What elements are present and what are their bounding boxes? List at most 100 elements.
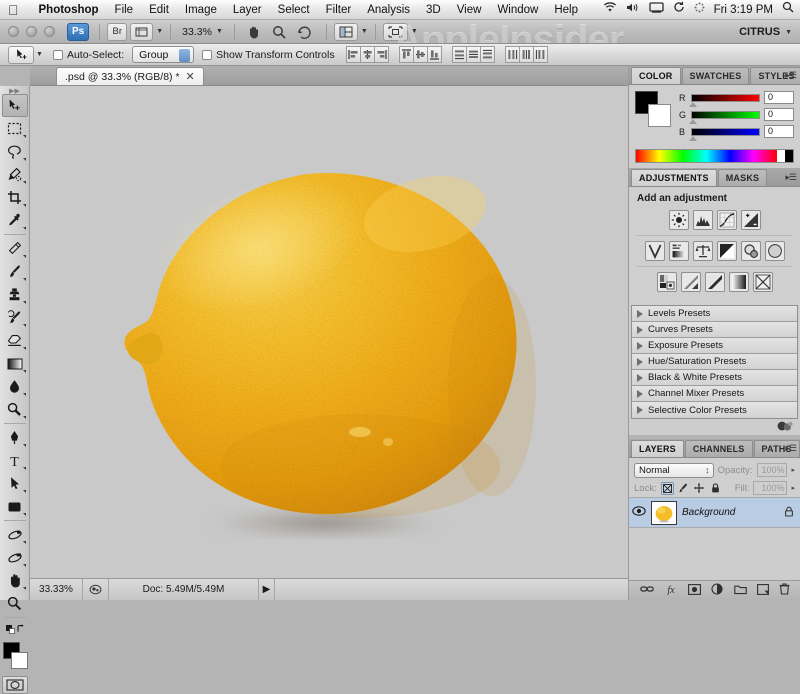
blur-tool[interactable] [2, 375, 28, 398]
menu-select[interactable]: Select [270, 0, 318, 20]
status-zoom-value[interactable]: 33.33% [30, 584, 82, 595]
color-panel-swatches[interactable] [635, 91, 671, 127]
status-menu-arrow-icon[interactable]: ▶ [258, 579, 274, 600]
spot-healing-brush-tool[interactable] [2, 237, 28, 260]
rotate-view-icon[interactable] [293, 23, 316, 41]
move-tool-icon[interactable] [8, 45, 34, 64]
canvas-area[interactable] [30, 86, 628, 578]
invert-icon[interactable] [656, 272, 677, 292]
color-balance-icon[interactable] [692, 241, 713, 261]
default-colors-and-swap-icons[interactable] [2, 620, 28, 636]
path-selection-tool[interactable] [2, 472, 28, 495]
white-chip[interactable] [777, 150, 785, 162]
menu-image[interactable]: Image [177, 0, 225, 20]
layer-thumbnail[interactable] [651, 500, 677, 525]
gradient-tool[interactable] [2, 352, 28, 375]
bluetooth-icon[interactable] [694, 0, 705, 20]
rectangle-shape-tool[interactable] [2, 495, 28, 518]
distribute-left-edges-button[interactable] [504, 46, 520, 63]
panel-menu-icon[interactable]: ▸☰ [785, 70, 797, 81]
align-left-edges-button[interactable] [345, 46, 361, 63]
eyedropper-tool[interactable] [2, 209, 28, 232]
opacity-value[interactable]: 100% [756, 463, 788, 477]
auto-select-checkbox[interactable] [52, 49, 63, 60]
volume-icon[interactable] [626, 0, 640, 20]
green-slider-thumb[interactable] [689, 118, 697, 124]
preset-curves[interactable]: Curves Presets [632, 322, 797, 338]
adjustments-footer-icon[interactable] [776, 420, 794, 435]
menu-3d[interactable]: 3D [418, 0, 449, 20]
link-layers-icon[interactable] [640, 584, 654, 597]
arrange-caret-icon[interactable]: ▼ [361, 28, 368, 35]
hue-saturation-icon[interactable] [668, 241, 689, 261]
spectrum-gradient[interactable] [636, 150, 777, 162]
layer-name[interactable]: Background [682, 507, 779, 518]
curves-icon[interactable] [716, 210, 737, 230]
menu-edit[interactable]: Edit [141, 0, 177, 20]
tab-masks[interactable]: MASKS [717, 169, 768, 186]
menubar-clock[interactable]: Fri 3:19 PM [714, 4, 773, 16]
minimize-window-button[interactable] [26, 26, 37, 37]
channel-mixer-icon[interactable] [764, 241, 785, 261]
screen-mode-caret-icon[interactable]: ▼ [411, 28, 418, 35]
zoom-tool[interactable] [2, 592, 28, 615]
window-controls[interactable] [8, 26, 55, 37]
red-channel-value[interactable]: 0 [764, 91, 794, 104]
preset-black-and-white[interactable]: Black & White Presets [632, 370, 797, 386]
red-slider-track[interactable] [689, 93, 760, 107]
layer-row-background[interactable]: Background [629, 498, 800, 528]
color-spectrum-ramp[interactable] [635, 149, 794, 163]
pen-tool[interactable] [2, 426, 28, 449]
auto-select-scope-dropdown[interactable]: Group [132, 46, 195, 63]
add-layer-mask-icon[interactable] [688, 583, 702, 598]
blue-slider-track[interactable] [689, 127, 760, 141]
tab-channels[interactable]: CHANNELS [684, 440, 753, 457]
new-adjustment-layer-icon[interactable] [711, 583, 724, 598]
color-swatches[interactable] [0, 640, 30, 674]
posterize-icon[interactable] [680, 272, 701, 292]
threshold-icon[interactable] [704, 272, 725, 292]
align-horizontal-centers-button[interactable] [359, 46, 375, 63]
green-channel-value[interactable]: 0 [764, 108, 794, 121]
preset-exposure[interactable]: Exposure Presets [632, 338, 797, 354]
show-transform-controls-group[interactable]: Show Transform Controls [202, 49, 335, 61]
quick-mask-mode-icon[interactable] [1, 676, 28, 694]
clone-stamp-tool[interactable] [2, 283, 28, 306]
tab-color[interactable]: COLOR [631, 67, 681, 84]
arrange-documents-icon[interactable] [333, 22, 358, 41]
green-slider-track[interactable] [689, 110, 760, 124]
panel-menu-icon[interactable]: ▸☰ [785, 443, 797, 454]
black-white-icon[interactable] [716, 241, 737, 261]
show-transform-controls-checkbox[interactable] [202, 49, 213, 60]
lock-all-icon[interactable] [709, 482, 722, 495]
history-brush-tool[interactable] [2, 306, 28, 329]
lock-transparent-pixels-icon[interactable] [660, 481, 674, 495]
spotlight-search-icon[interactable] [782, 0, 794, 20]
type-tool[interactable]: T [2, 449, 28, 472]
marquee-tool[interactable] [2, 117, 28, 140]
layer-style-fx-icon[interactable]: fx [664, 584, 678, 598]
menu-photoshop[interactable]: Photoshop [31, 0, 107, 20]
menu-layer[interactable]: Layer [225, 0, 270, 20]
brush-tool[interactable] [2, 260, 28, 283]
blend-mode-dropdown[interactable]: Normal [634, 462, 714, 478]
blue-channel-value[interactable]: 0 [764, 125, 794, 138]
screen-mode-icon[interactable] [382, 22, 408, 41]
red-slider-thumb[interactable] [689, 101, 697, 107]
preset-selective-color[interactable]: Selective Color Presets [632, 402, 797, 418]
zoom-window-button[interactable] [44, 26, 55, 37]
display-icon[interactable] [648, 0, 664, 20]
status-doc-info[interactable]: Doc: 5.49M/5.49M [108, 579, 258, 600]
move-tool[interactable] [1, 94, 28, 117]
black-chip[interactable] [785, 150, 793, 162]
levels-icon[interactable] [692, 210, 713, 230]
tab-layers[interactable]: LAYERS [631, 440, 684, 457]
menu-help[interactable]: Help [546, 0, 586, 20]
preset-hue-saturation[interactable]: Hue/Saturation Presets [632, 354, 797, 370]
menu-analysis[interactable]: Analysis [359, 0, 418, 20]
view-extras-icon[interactable] [130, 22, 154, 41]
view-extras-caret-icon[interactable]: ▼ [156, 28, 163, 35]
background-color-chip[interactable] [648, 104, 671, 127]
new-layer-icon[interactable] [756, 583, 769, 598]
align-top-edges-button[interactable] [398, 46, 414, 63]
